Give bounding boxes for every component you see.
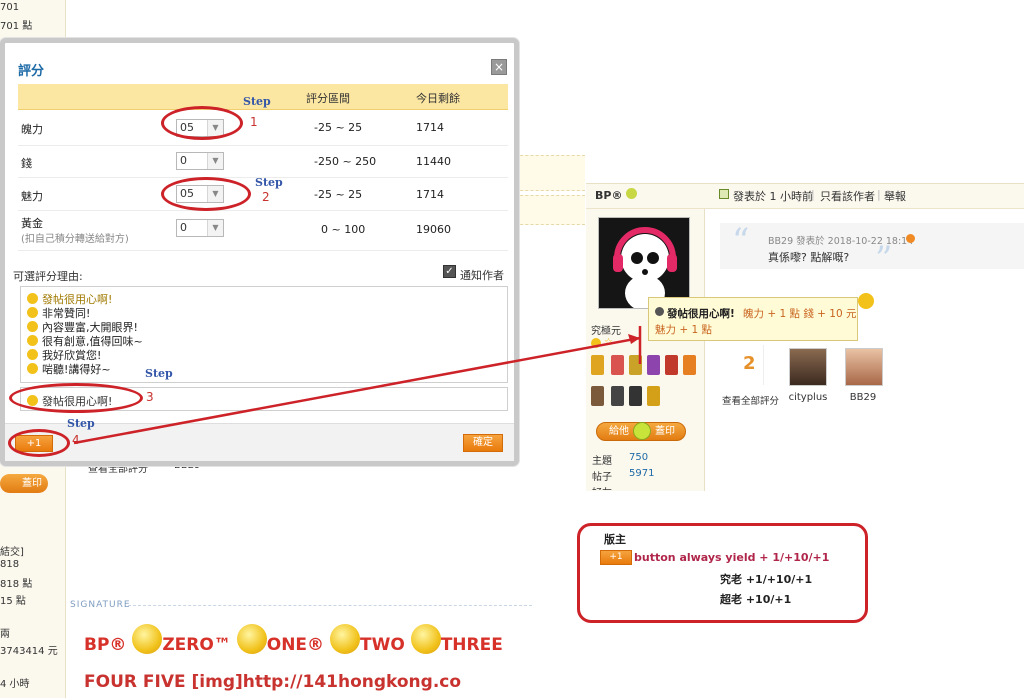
plus-one-button: +1	[600, 550, 632, 565]
annotation-arrow	[73, 326, 642, 445]
note-line: 超老 +10/+1	[720, 593, 792, 606]
note-box: 版主 +1 button always yield + 1/+10/+1 究老 …	[577, 523, 868, 623]
note-line: 究老 +1/+10/+1	[720, 573, 813, 586]
note-line: button always yield + 1/+10/+1	[634, 551, 830, 564]
note-title: 版主	[604, 533, 626, 546]
